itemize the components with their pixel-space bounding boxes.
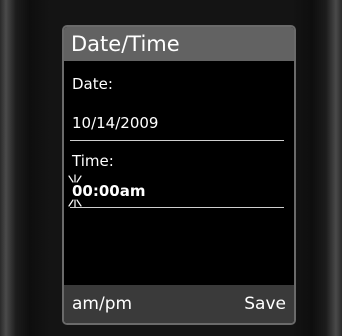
softkey-bar: am/pm Save bbox=[64, 285, 294, 323]
am-pm-softkey[interactable]: am/pm bbox=[72, 285, 132, 323]
save-softkey[interactable]: Save bbox=[244, 285, 286, 323]
time-label: Time: bbox=[72, 152, 114, 170]
date-field[interactable]: 10/14/2009 bbox=[72, 114, 158, 132]
phone-display: Date/Time Date: 10/14/2009 Time: 00:00am… bbox=[62, 25, 296, 325]
screen-title: Date/Time bbox=[71, 32, 180, 56]
phone-bezel: Date/Time Date: 10/14/2009 Time: 00:00am… bbox=[0, 0, 342, 336]
time-divider bbox=[70, 207, 284, 208]
date-label: Date: bbox=[72, 75, 113, 93]
date-divider bbox=[70, 140, 284, 141]
time-field[interactable]: 00:00am bbox=[72, 182, 146, 200]
screen-title-bar: Date/Time bbox=[64, 27, 294, 61]
